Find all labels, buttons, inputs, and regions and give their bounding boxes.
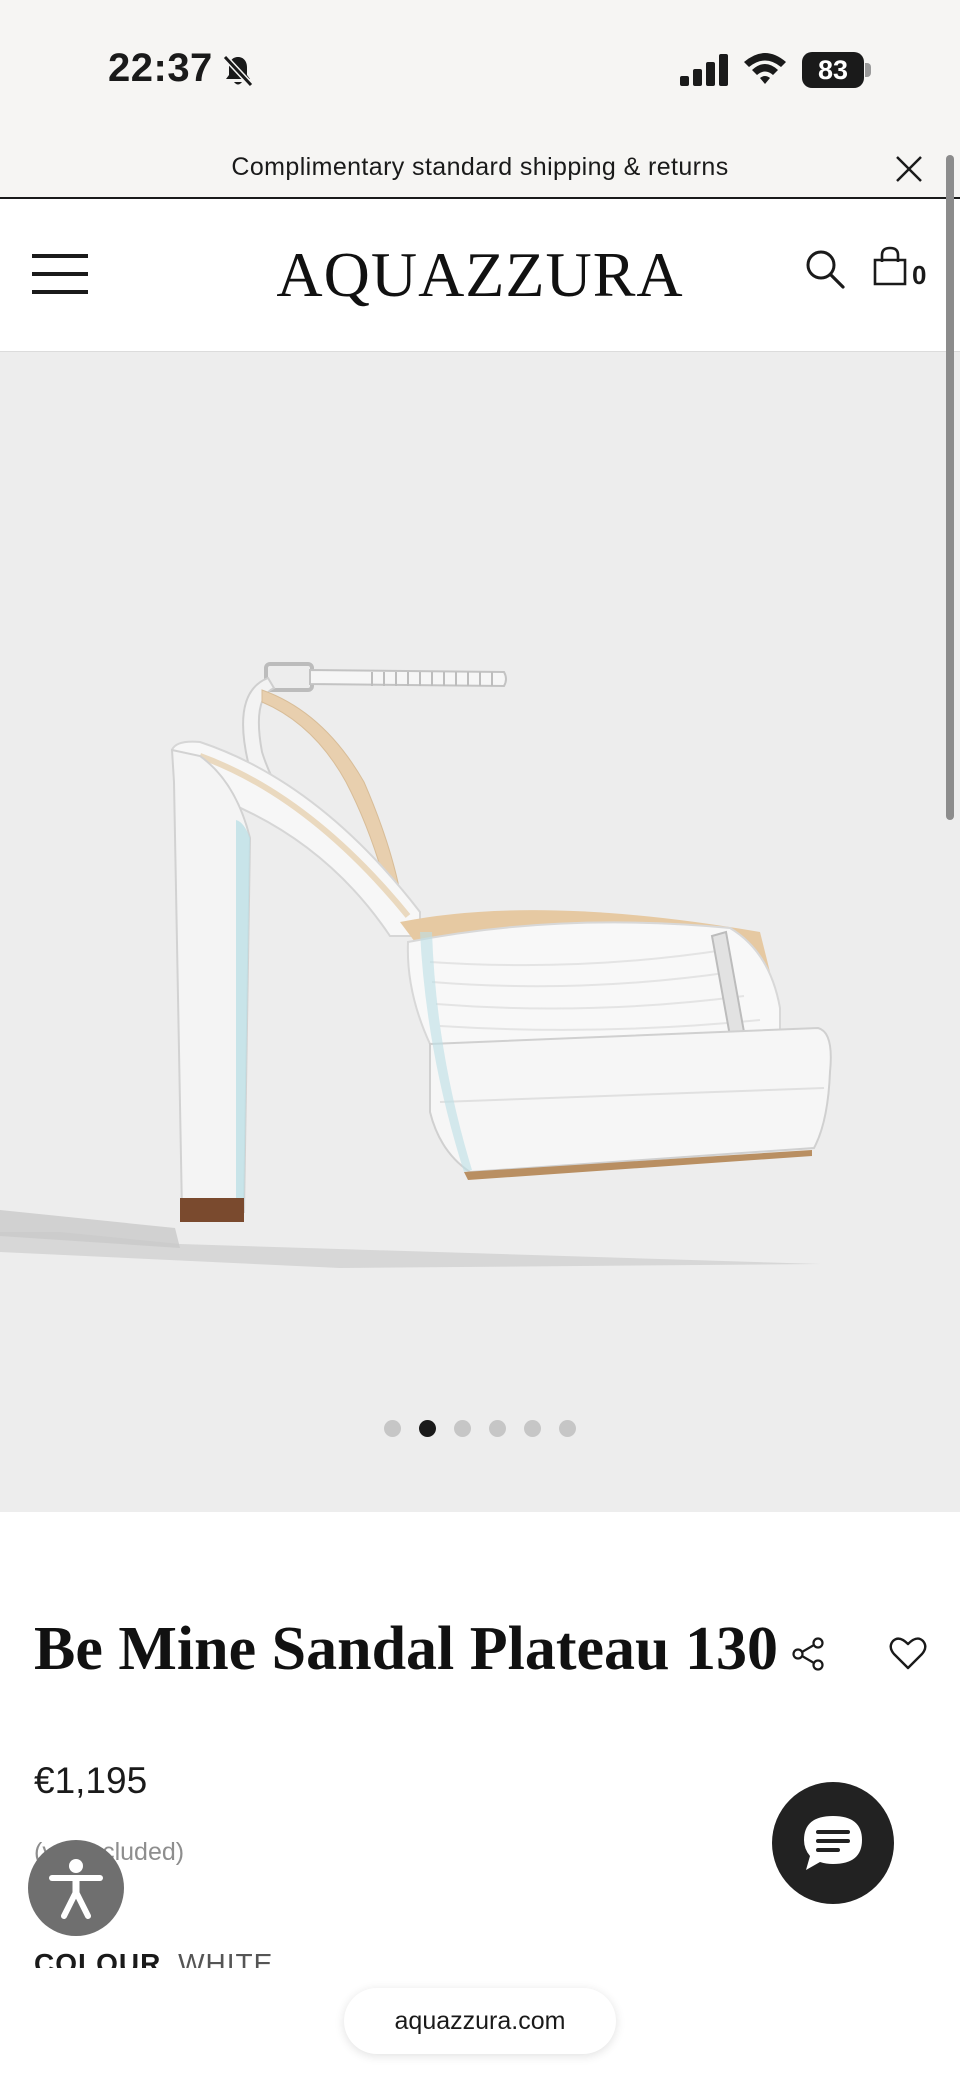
menu-line [32,254,88,258]
gallery-dot-3[interactable] [454,1420,471,1437]
cellular-signal-icon [680,54,728,86]
gallery-pagination [0,1420,960,1440]
wifi-icon [744,53,786,84]
cart-count: 0 [912,260,927,290]
shopping-bag-icon [873,246,907,286]
battery-percent: 83 [817,55,849,85]
gallery-dot-4[interactable] [489,1420,506,1437]
colour-value: WHITE [178,1948,274,1968]
menu-line [32,272,88,276]
heart-icon[interactable] [888,1634,928,1672]
gallery-dot-6[interactable] [559,1420,576,1437]
promo-text: Complimentary standard shipping & return… [231,153,729,181]
product-price: €1,195 [34,1760,148,1801]
site-header: AQUAZZURA 0 [0,200,960,352]
accessibility-button[interactable] [28,1840,124,1936]
brand-logo[interactable]: AQUAZZURA [240,238,720,312]
product-title: Be Mine Sandal Plateau 130 [34,1615,779,1683]
gallery-dot-2[interactable] [419,1420,436,1437]
close-icon[interactable] [893,153,925,185]
battery-icon: 83 [802,52,872,88]
product-gallery[interactable] [0,352,960,1512]
colour-row: COLOUR WHITE [34,1948,273,1968]
status-bar: 22:37 83 [0,0,960,135]
chat-button[interactable] [772,1782,894,1904]
scrollbar[interactable] [946,155,954,820]
product-image[interactable] [0,632,960,1272]
search-icon[interactable] [804,248,846,290]
gallery-dot-5[interactable] [524,1420,541,1437]
accessibility-icon [49,1859,103,1919]
battery-nub [865,63,871,77]
menu-line [32,290,88,294]
cart-button[interactable]: 0 [872,246,932,292]
bell-muted-icon [222,54,254,88]
promo-banner: Complimentary standard shipping & return… [0,135,960,199]
url-bar[interactable]: aquazzura.com [344,1988,616,2054]
hamburger-menu-icon[interactable] [32,252,88,296]
share-icon[interactable] [790,1636,826,1672]
colour-label: COLOUR [34,1948,162,1968]
status-time: 22:37 [108,46,213,90]
gallery-dot-1[interactable] [384,1420,401,1437]
chat-icon [804,1816,862,1870]
